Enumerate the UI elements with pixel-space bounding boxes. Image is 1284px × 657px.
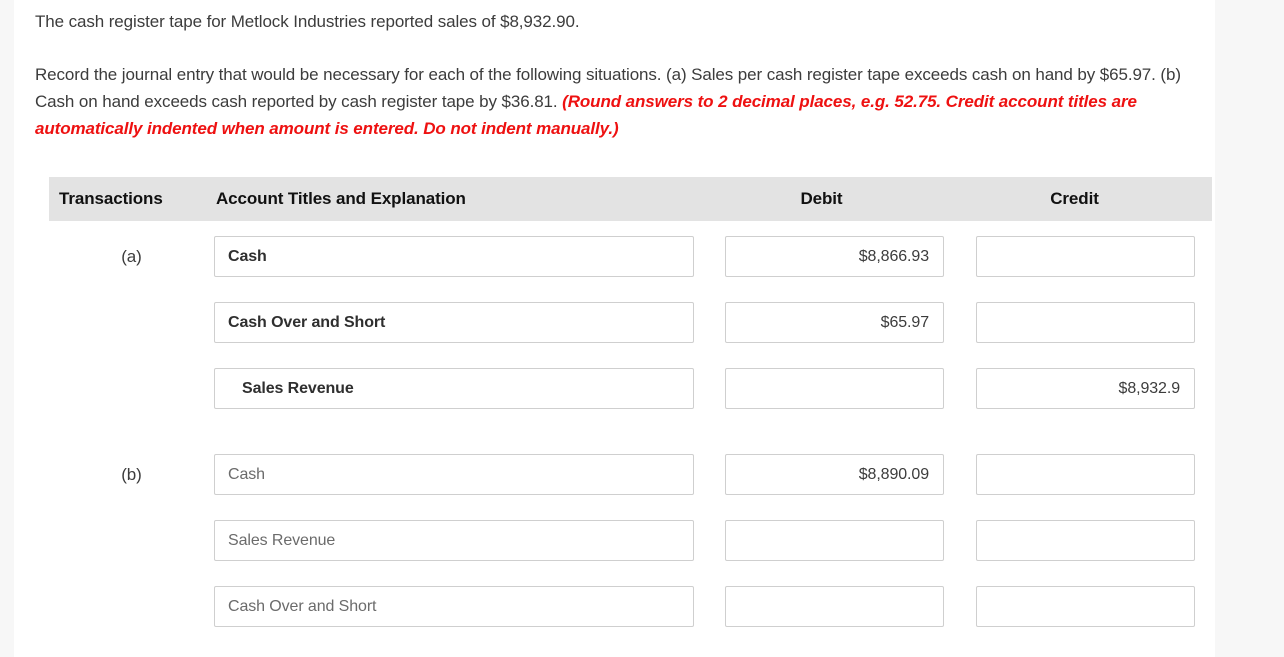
right-gutter — [1215, 0, 1284, 657]
debit-value-a1: $8,866.93 — [858, 247, 929, 265]
debit-value-a2: $65.97 — [880, 313, 929, 331]
account-title-input-b2[interactable]: Sales Revenue — [214, 520, 694, 561]
debit-input-a2[interactable]: $65.97 — [725, 302, 944, 343]
account-title-value-b2: Sales Revenue — [228, 531, 336, 549]
account-title-input-b1[interactable]: Cash — [214, 454, 694, 495]
column-header-account-titles: Account Titles and Explanation — [216, 189, 466, 208]
debit-input-b3[interactable] — [725, 586, 944, 627]
credit-input-b3[interactable] — [976, 586, 1195, 627]
table-row: (a) Cash $8,866.93 — [49, 236, 1212, 277]
transaction-label-b: (b) — [121, 464, 142, 484]
account-title-value-a3: Sales Revenue — [242, 379, 354, 397]
table-row: Cash Over and Short — [49, 586, 1212, 627]
account-title-value-a2: Cash Over and Short — [228, 313, 386, 331]
prompt-sales-statement: The cash register tape for Metlock Indus… — [35, 12, 580, 31]
debit-input-a3[interactable] — [725, 368, 944, 409]
debit-input-b2[interactable] — [725, 520, 944, 561]
debit-input-a1[interactable]: $8,866.93 — [725, 236, 944, 277]
entry-group-a: (a) Cash $8,866.93 Cash Over and Short $… — [49, 236, 1212, 409]
transaction-label-a: (a) — [121, 246, 142, 266]
table-header-row: Transactions Account Titles and Explanat… — [49, 177, 1212, 221]
journal-entry-table: Transactions Account Titles and Explanat… — [49, 177, 1212, 627]
account-title-value-b3: Cash Over and Short — [228, 597, 377, 615]
exercise-page: The cash register tape for Metlock Indus… — [14, 0, 1215, 657]
account-title-input-b3[interactable]: Cash Over and Short — [214, 586, 694, 627]
account-title-value-a1: Cash — [228, 247, 267, 265]
debit-value-b1: $8,890.09 — [858, 465, 929, 483]
column-header-transactions: Transactions — [59, 189, 163, 208]
table-row: Sales Revenue — [49, 520, 1212, 561]
account-title-input-a3[interactable]: Sales Revenue — [214, 368, 694, 409]
account-title-value-b1: Cash — [228, 465, 265, 483]
credit-input-a1[interactable] — [976, 236, 1195, 277]
credit-value-a3: $8,932.9 — [1118, 379, 1181, 397]
exercise-prompt: The cash register tape for Metlock Indus… — [35, 8, 1193, 142]
prompt-instructions: Record the journal entry that would be n… — [35, 61, 1193, 142]
credit-input-a2[interactable] — [976, 302, 1195, 343]
account-title-input-a2[interactable]: Cash Over and Short — [214, 302, 694, 343]
left-gutter — [0, 0, 14, 657]
credit-input-b2[interactable] — [976, 520, 1195, 561]
table-row: Sales Revenue $8,932.9 — [49, 368, 1212, 409]
credit-input-b1[interactable] — [976, 454, 1195, 495]
column-header-credit: Credit — [1050, 189, 1099, 208]
credit-input-a3[interactable]: $8,932.9 — [976, 368, 1195, 409]
account-title-input-a1[interactable]: Cash — [214, 236, 694, 277]
entry-group-b: (b) Cash $8,890.09 Sales Revenue Cash Ov… — [49, 454, 1212, 627]
table-row: Cash Over and Short $65.97 — [49, 302, 1212, 343]
column-header-debit: Debit — [800, 189, 843, 208]
table-row: (b) Cash $8,890.09 — [49, 454, 1212, 495]
debit-input-b1[interactable]: $8,890.09 — [725, 454, 944, 495]
